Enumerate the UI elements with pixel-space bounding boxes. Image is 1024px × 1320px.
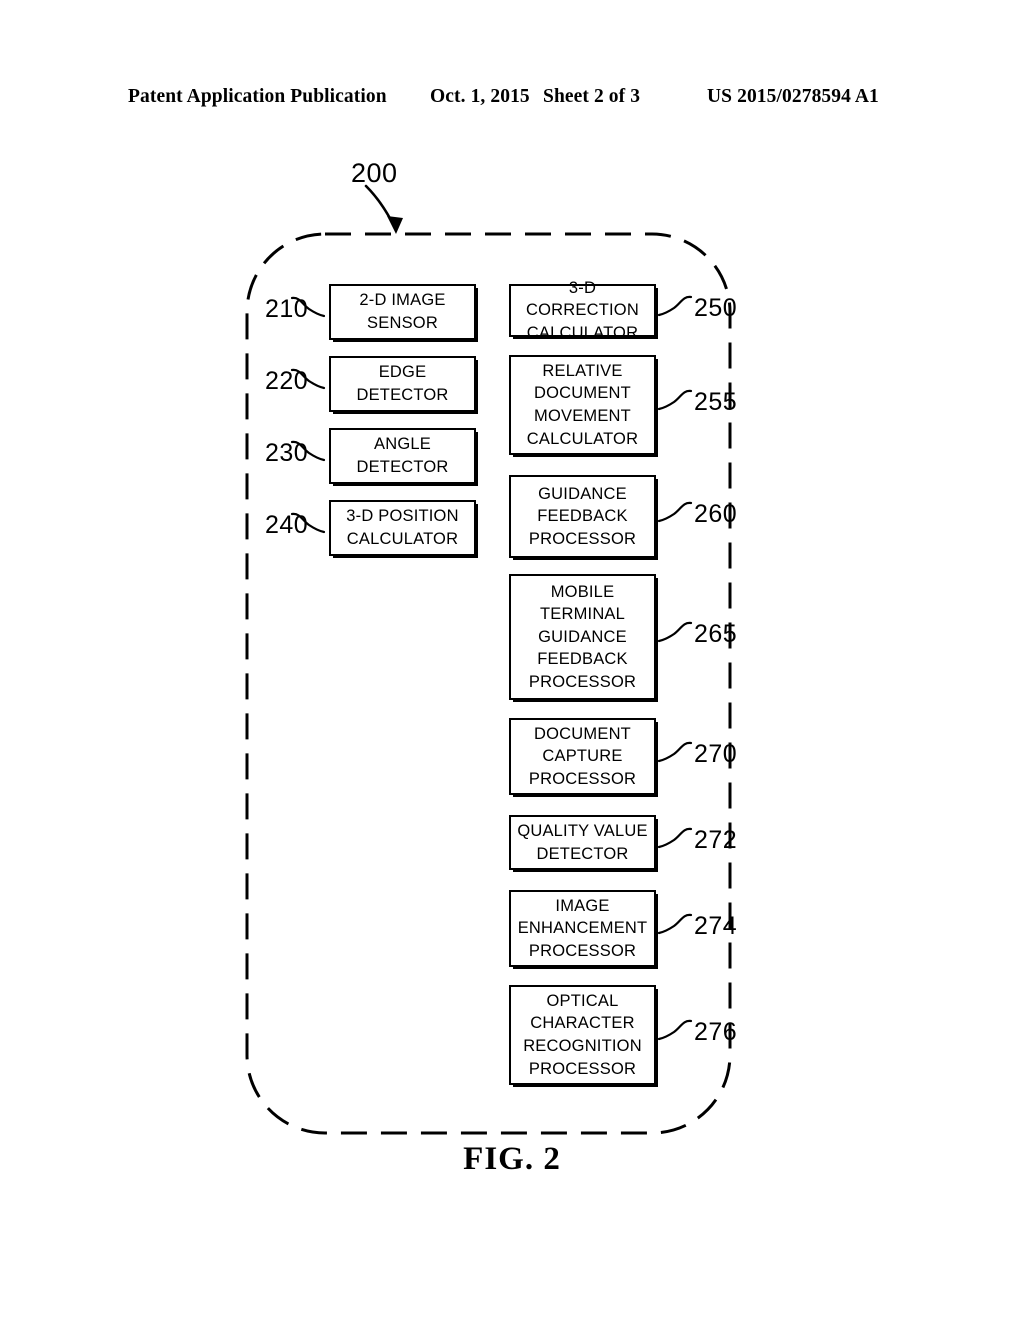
block-260: GUIDANCE FEEDBACK PROCESSOR [509, 475, 656, 558]
reference-numeral-255: 255 [694, 388, 738, 416]
sheet-number: Sheet 2 of 3 [543, 86, 641, 107]
block-label-272: QUALITY VALUE DETECTOR [517, 821, 648, 863]
leader-line [657, 621, 693, 643]
block-220: EDGE DETECTOR [329, 356, 476, 412]
reference-numeral-274: 274 [694, 911, 738, 940]
leader-line [657, 913, 693, 934]
block-230: ANGLE DETECTOR [329, 428, 476, 484]
block-label-260: GUIDANCE FEEDBACK PROCESSOR [528, 484, 637, 548]
leader-line [657, 295, 693, 316]
leader-line [657, 501, 693, 522]
reference-numeral-272: 272 [694, 825, 738, 854]
block-label-220: EDGE DETECTOR [356, 363, 449, 404]
block-label-240: 3-D POSITION CALCULATOR [346, 507, 459, 548]
publication-date: Oct. 1, 2015 [430, 86, 530, 107]
reference-numeral-250: 250 [694, 293, 738, 322]
reference-numeral-276: 276 [694, 1018, 738, 1046]
figure-caption: FIG. 2 [463, 1141, 561, 1177]
block-255: RELATIVE DOCUMENT MOVEMENT CALCULATOR [509, 355, 656, 455]
leader-line [290, 368, 326, 390]
reference-numeral-270: 270 [694, 739, 738, 768]
block-210: 2-D IMAGE SENSOR [329, 284, 476, 340]
block-label-265: MOBILE TERMINAL GUIDANCE FEEDBACK PROCESSOR [528, 582, 637, 691]
leader-line [290, 296, 326, 318]
leader-line [657, 741, 693, 762]
block-240: 3-D POSITION CALCULATOR [329, 500, 476, 556]
patent-header: Patent Application Publication Oct. 1, 2… [0, 86, 1024, 116]
block-label-230: ANGLE DETECTOR [356, 435, 449, 476]
block-250: 3-D CORRECTION CALCULATOR [509, 279, 656, 342]
block-label-255: RELATIVE DOCUMENT MOVEMENT CALCULATOR [526, 361, 639, 448]
publication-number: US 2015/0278594 A1 [707, 86, 879, 107]
publication-label: Patent Application Publication [128, 86, 387, 107]
reference-numeral-265: 265 [694, 620, 738, 648]
leader-line [290, 440, 326, 462]
leader-line [657, 389, 693, 411]
block-274: IMAGE ENHANCEMENT PROCESSOR [509, 890, 656, 967]
block-label-276: OPTICAL CHARACTER RECOGNITION PROCESSOR [523, 991, 642, 1078]
block-270: DOCUMENT CAPTURE PROCESSOR [509, 718, 656, 795]
leader-line [290, 512, 326, 534]
leader-line [657, 1019, 693, 1041]
leader-line [657, 827, 693, 848]
block-276: OPTICAL CHARACTER RECOGNITION PROCESSOR [509, 985, 656, 1085]
block-label-210: 2-D IMAGE SENSOR [359, 291, 446, 332]
block-265: MOBILE TERMINAL GUIDANCE FEEDBACK PROCESSOR [509, 574, 656, 700]
block-label-250: 3-D CORRECTION CALCULATOR [526, 278, 639, 342]
block-272: QUALITY VALUE DETECTOR [509, 815, 656, 870]
block-label-274: IMAGE ENHANCEMENT PROCESSOR [517, 896, 648, 960]
reference-numeral-260: 260 [694, 499, 738, 528]
block-label-270: DOCUMENT CAPTURE PROCESSOR [528, 724, 637, 788]
